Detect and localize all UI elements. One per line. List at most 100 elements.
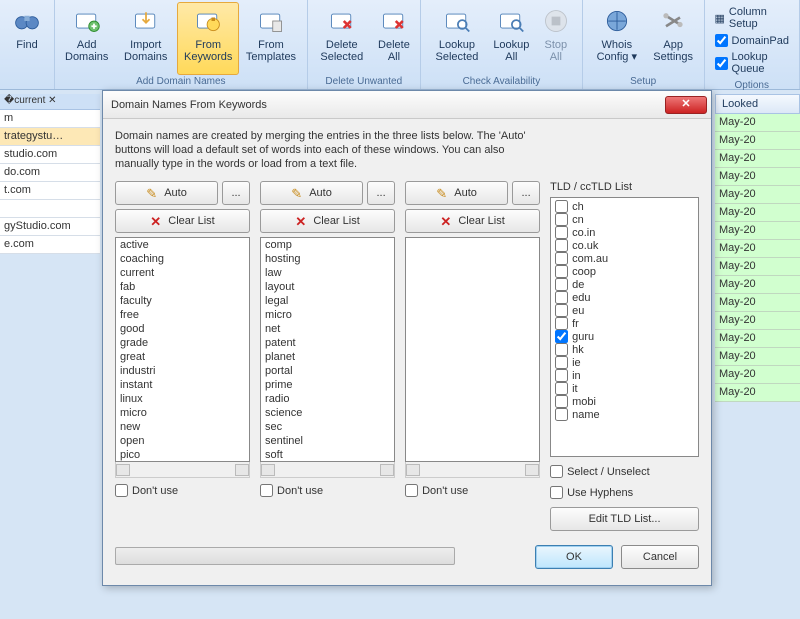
list-item[interactable]: comp [261,238,394,252]
app-settings-button[interactable]: App Settings [647,2,700,75]
lookup-selected-button[interactable]: Lookup Selected [425,2,489,75]
column-header[interactable]: Looked [715,94,800,114]
from-keywords-button[interactable]: From Keywords [177,2,239,75]
hscroll-2[interactable] [260,462,395,478]
clear-button-2[interactable]: ✕Clear List [260,209,395,233]
table-row[interactable]: studio.com [0,146,100,164]
use-hyphens-checkbox[interactable]: Use Hyphens [550,486,699,499]
tld-list[interactable]: chcnco.inco.ukcom.aucoopdeedueufrguruhki… [550,197,699,457]
column-setup-button[interactable]: ▦Column Setup [715,6,789,30]
ok-button[interactable]: OK [535,545,613,569]
list-item[interactable]: grade [116,336,249,350]
auto-button-3[interactable]: ✎Auto [405,181,508,205]
list-item[interactable]: layout [261,280,394,294]
list-item[interactable]: fab [116,280,249,294]
find-button[interactable]: Find [4,2,50,75]
list-item[interactable]: great [116,350,249,364]
auto-button-2[interactable]: ✎Auto [260,181,363,205]
add-domains-button[interactable]: Add Domains [59,2,114,75]
tld-item[interactable]: com.au [553,252,696,265]
list-item[interactable]: science [261,406,394,420]
list-item[interactable]: sentinel [261,434,394,448]
table-row[interactable]: trategystu… [0,128,100,146]
lookup-all-button[interactable]: Lookup All [489,2,534,75]
list-item[interactable]: legal [261,294,394,308]
clear-button-1[interactable]: ✕Clear List [115,209,250,233]
tld-item[interactable]: fr [553,317,696,330]
list-item[interactable]: prime [261,378,394,392]
table-row[interactable]: do.com [0,164,100,182]
from-templates-button[interactable]: From Templates [239,2,302,75]
list-item[interactable]: new [116,420,249,434]
list-item[interactable]: soft [261,448,394,462]
tld-item[interactable]: ch [553,200,696,213]
table-row[interactable]: e.com [0,236,100,254]
list-item[interactable]: free [116,308,249,322]
keyword-list-1[interactable]: activecoachingcurrentfabfacultyfreegoodg… [115,237,250,462]
table-row[interactable] [0,200,100,218]
list-item[interactable]: open [116,434,249,448]
tld-item[interactable]: edu [553,291,696,304]
list-item[interactable]: current [116,266,249,280]
tld-item[interactable]: guru [553,330,696,343]
list-item[interactable]: industri [116,364,249,378]
table-row[interactable]: gyStudio.com [0,218,100,236]
list-item[interactable]: sec [261,420,394,434]
close-button[interactable]: ✕ [665,96,707,114]
list-item[interactable]: law [261,266,394,280]
list-item[interactable]: patent [261,336,394,350]
select-unselect-checkbox[interactable]: Select / Unselect [550,465,699,478]
whois-config-button[interactable]: Whois Config ▾ [587,2,647,75]
edit-tld-button[interactable]: Edit TLD List... [550,507,699,531]
x-icon: ✕ [440,214,454,228]
list-item[interactable]: coaching [116,252,249,266]
table-row[interactable]: m [0,110,100,128]
dont-use-1[interactable]: Don't use [115,484,250,497]
tld-item[interactable]: it [553,382,696,395]
tld-item[interactable]: co.in [553,226,696,239]
cancel-button[interactable]: Cancel [621,545,699,569]
list-item[interactable]: net [261,322,394,336]
list-item[interactable]: radio [261,392,394,406]
auto-button-1[interactable]: ✎Auto [115,181,218,205]
stop-all-button[interactable]: Stop All [534,2,578,75]
list-item[interactable]: linux [116,392,249,406]
browse-button-2[interactable]: ... [367,181,395,205]
tld-item[interactable]: in [553,369,696,382]
list-item[interactable]: faculty [116,294,249,308]
tld-item[interactable]: de [553,278,696,291]
list-item[interactable]: active [116,238,249,252]
dont-use-3[interactable]: Don't use [405,484,540,497]
list-item[interactable]: planet [261,350,394,364]
tld-item[interactable]: mobi [553,395,696,408]
keyword-list-2[interactable]: comphostinglawlayoutlegalmicronetpatentp… [260,237,395,462]
clear-button-3[interactable]: ✕Clear List [405,209,540,233]
dialog-titlebar[interactable]: Domain Names From Keywords ✕ [103,91,711,119]
delete-all-button[interactable]: Delete All [372,2,416,75]
list-item[interactable]: good [116,322,249,336]
browse-button-3[interactable]: ... [512,181,540,205]
list-item[interactable]: pico [116,448,249,462]
delete-selected-button[interactable]: Delete Selected [312,2,372,75]
import-domains-button[interactable]: Import Domains [114,2,177,75]
domainpad-checkbox[interactable]: DomainPad [715,34,789,47]
hscroll-3[interactable] [405,462,540,478]
tld-item[interactable]: eu [553,304,696,317]
lookup-queue-checkbox[interactable]: Lookup Queue [715,51,789,75]
list-item[interactable]: portal [261,364,394,378]
list-item[interactable]: micro [116,406,249,420]
tld-item[interactable]: name [553,408,696,421]
list-item[interactable]: micro [261,308,394,322]
tld-item[interactable]: coop [553,265,696,278]
table-row[interactable]: t.com [0,182,100,200]
tld-item[interactable]: ie [553,356,696,369]
dont-use-2[interactable]: Don't use [260,484,395,497]
keyword-list-3[interactable] [405,237,540,462]
hscroll-1[interactable] [115,462,250,478]
tld-item[interactable]: cn [553,213,696,226]
tld-item[interactable]: co.uk [553,239,696,252]
browse-button-1[interactable]: ... [222,181,250,205]
list-item[interactable]: hosting [261,252,394,266]
tld-item[interactable]: hk [553,343,696,356]
list-item[interactable]: instant [116,378,249,392]
